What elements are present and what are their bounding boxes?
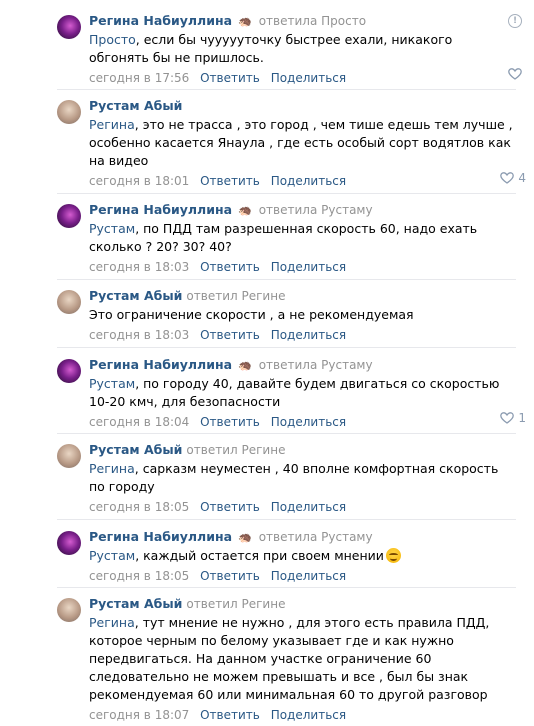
author-name[interactable]: Рустам Абый — [89, 288, 182, 303]
reply-info: ответила Рустаму — [258, 530, 373, 544]
share-button[interactable]: Поделиться — [271, 500, 346, 514]
timestamp[interactable]: сегодня в 18:03 — [89, 260, 189, 274]
avatar[interactable] — [57, 531, 81, 555]
like-button[interactable] — [508, 68, 526, 80]
divider — [57, 89, 516, 90]
reply-target-link[interactable]: Регине — [242, 289, 286, 303]
divider — [57, 347, 516, 348]
comment-text: Рустам, по городу 40, давайте будем двиг… — [89, 376, 500, 409]
reply-button[interactable]: Ответить — [200, 174, 260, 188]
divider — [57, 587, 516, 588]
reply-target-link[interactable]: Просто — [321, 14, 366, 28]
reply-button[interactable]: Ответить — [200, 260, 260, 274]
author-name[interactable]: Регина Набиуллина — [89, 357, 232, 372]
avatar[interactable] — [57, 598, 81, 622]
author-name[interactable]: Регина Набиуллина — [89, 529, 232, 544]
reply-button[interactable]: Ответить — [200, 328, 260, 342]
like-count: 4 — [518, 171, 526, 185]
author-name[interactable]: Рустам Абый — [89, 442, 182, 457]
reply-target-link[interactable]: Рустаму — [321, 203, 372, 217]
divider — [57, 433, 516, 434]
comment-text: Рустам, по ПДД там разрешенная скорость … — [89, 221, 478, 254]
reply-info: ответила Просто — [258, 14, 367, 28]
avatar[interactable] — [57, 290, 81, 314]
comment-text: Рустам, каждый остается при своем мнении — [89, 547, 516, 565]
avatar[interactable] — [57, 444, 81, 468]
comment-text: Регина, тут мнение не нужно , для этого … — [89, 615, 490, 702]
reply-button[interactable]: Ответить — [200, 71, 260, 85]
like-count: 1 — [518, 411, 526, 425]
divider — [57, 519, 516, 520]
heart-icon — [508, 68, 522, 80]
share-button[interactable]: Поделиться — [271, 708, 346, 722]
mention-link[interactable]: Рустам — [89, 221, 135, 236]
share-button[interactable]: Поделиться — [271, 71, 346, 85]
mention-link[interactable]: Просто — [89, 32, 136, 47]
timestamp[interactable]: сегодня в 18:05 — [89, 500, 189, 514]
reply-info: ответила Рустаму — [258, 358, 373, 372]
reply-target-link[interactable]: Регине — [242, 597, 286, 611]
share-button[interactable]: Поделиться — [271, 415, 346, 429]
comment-text: Регина, это не трасса , это город , чем … — [89, 117, 513, 168]
author-name[interactable]: Рустам Абый — [89, 596, 182, 611]
timestamp[interactable]: сегодня в 18:01 — [89, 174, 189, 188]
share-button[interactable]: Поделиться — [271, 174, 346, 188]
reply-button[interactable]: Ответить — [200, 500, 260, 514]
reply-info: ответил Регине — [186, 289, 286, 303]
hedgehog-icon: 🦔 — [238, 204, 252, 217]
author-name[interactable]: Регина Набиуллина — [89, 202, 232, 217]
smile-emoji-icon — [385, 548, 401, 563]
divider — [57, 279, 516, 280]
mention-link[interactable]: Рустам — [89, 376, 135, 391]
heart-icon — [500, 172, 515, 184]
info-icon[interactable]: ! — [508, 14, 522, 28]
comment-text: Регина, сарказм неуместен , 40 вполне ко… — [89, 461, 499, 494]
share-button[interactable]: Поделиться — [271, 569, 346, 583]
avatar[interactable] — [57, 100, 81, 124]
author-name[interactable]: Регина Набиуллина — [89, 13, 232, 28]
timestamp[interactable]: сегодня в 18:04 — [89, 415, 189, 429]
reply-target-link[interactable]: Регине — [242, 443, 286, 457]
comment-text: Это ограничение скорости , а не рекоменд… — [89, 307, 414, 322]
reply-info: ответил Регине — [186, 597, 286, 611]
author-name[interactable]: Рустам Абый — [89, 98, 182, 113]
reply-target-link[interactable]: Рустаму — [321, 530, 372, 544]
heart-icon — [500, 412, 515, 424]
mention-link[interactable]: Регина — [89, 461, 135, 476]
mention-link[interactable]: Регина — [89, 117, 135, 132]
hedgehog-icon: 🦔 — [238, 359, 252, 372]
reply-info: ответил Регине — [186, 443, 286, 457]
reply-button[interactable]: Ответить — [200, 569, 260, 583]
divider — [57, 193, 516, 194]
hedgehog-icon: 🦔 — [238, 531, 252, 544]
mention-link[interactable]: Рустам — [89, 548, 135, 563]
like-button[interactable]: 4 — [500, 171, 526, 185]
share-button[interactable]: Поделиться — [271, 328, 346, 342]
reply-target-link[interactable]: Рустаму — [321, 358, 372, 372]
timestamp[interactable]: сегодня в 18:03 — [89, 328, 189, 342]
like-button[interactable]: 1 — [500, 411, 526, 425]
timestamp[interactable]: сегодня в 17:56 — [89, 71, 189, 85]
mention-link[interactable]: Регина — [89, 615, 135, 630]
avatar[interactable] — [57, 359, 81, 383]
avatar[interactable] — [57, 15, 81, 39]
reply-button[interactable]: Ответить — [200, 415, 260, 429]
timestamp[interactable]: сегодня в 18:07 — [89, 708, 189, 722]
hedgehog-icon: 🦔 — [238, 15, 252, 28]
reply-button[interactable]: Ответить — [200, 708, 260, 722]
reply-info: ответила Рустаму — [258, 203, 373, 217]
comment-text: Просто, если бы чуууууточку быстрее ехал… — [89, 32, 453, 65]
timestamp[interactable]: сегодня в 18:05 — [89, 569, 189, 583]
avatar[interactable] — [57, 204, 81, 228]
share-button[interactable]: Поделиться — [271, 260, 346, 274]
